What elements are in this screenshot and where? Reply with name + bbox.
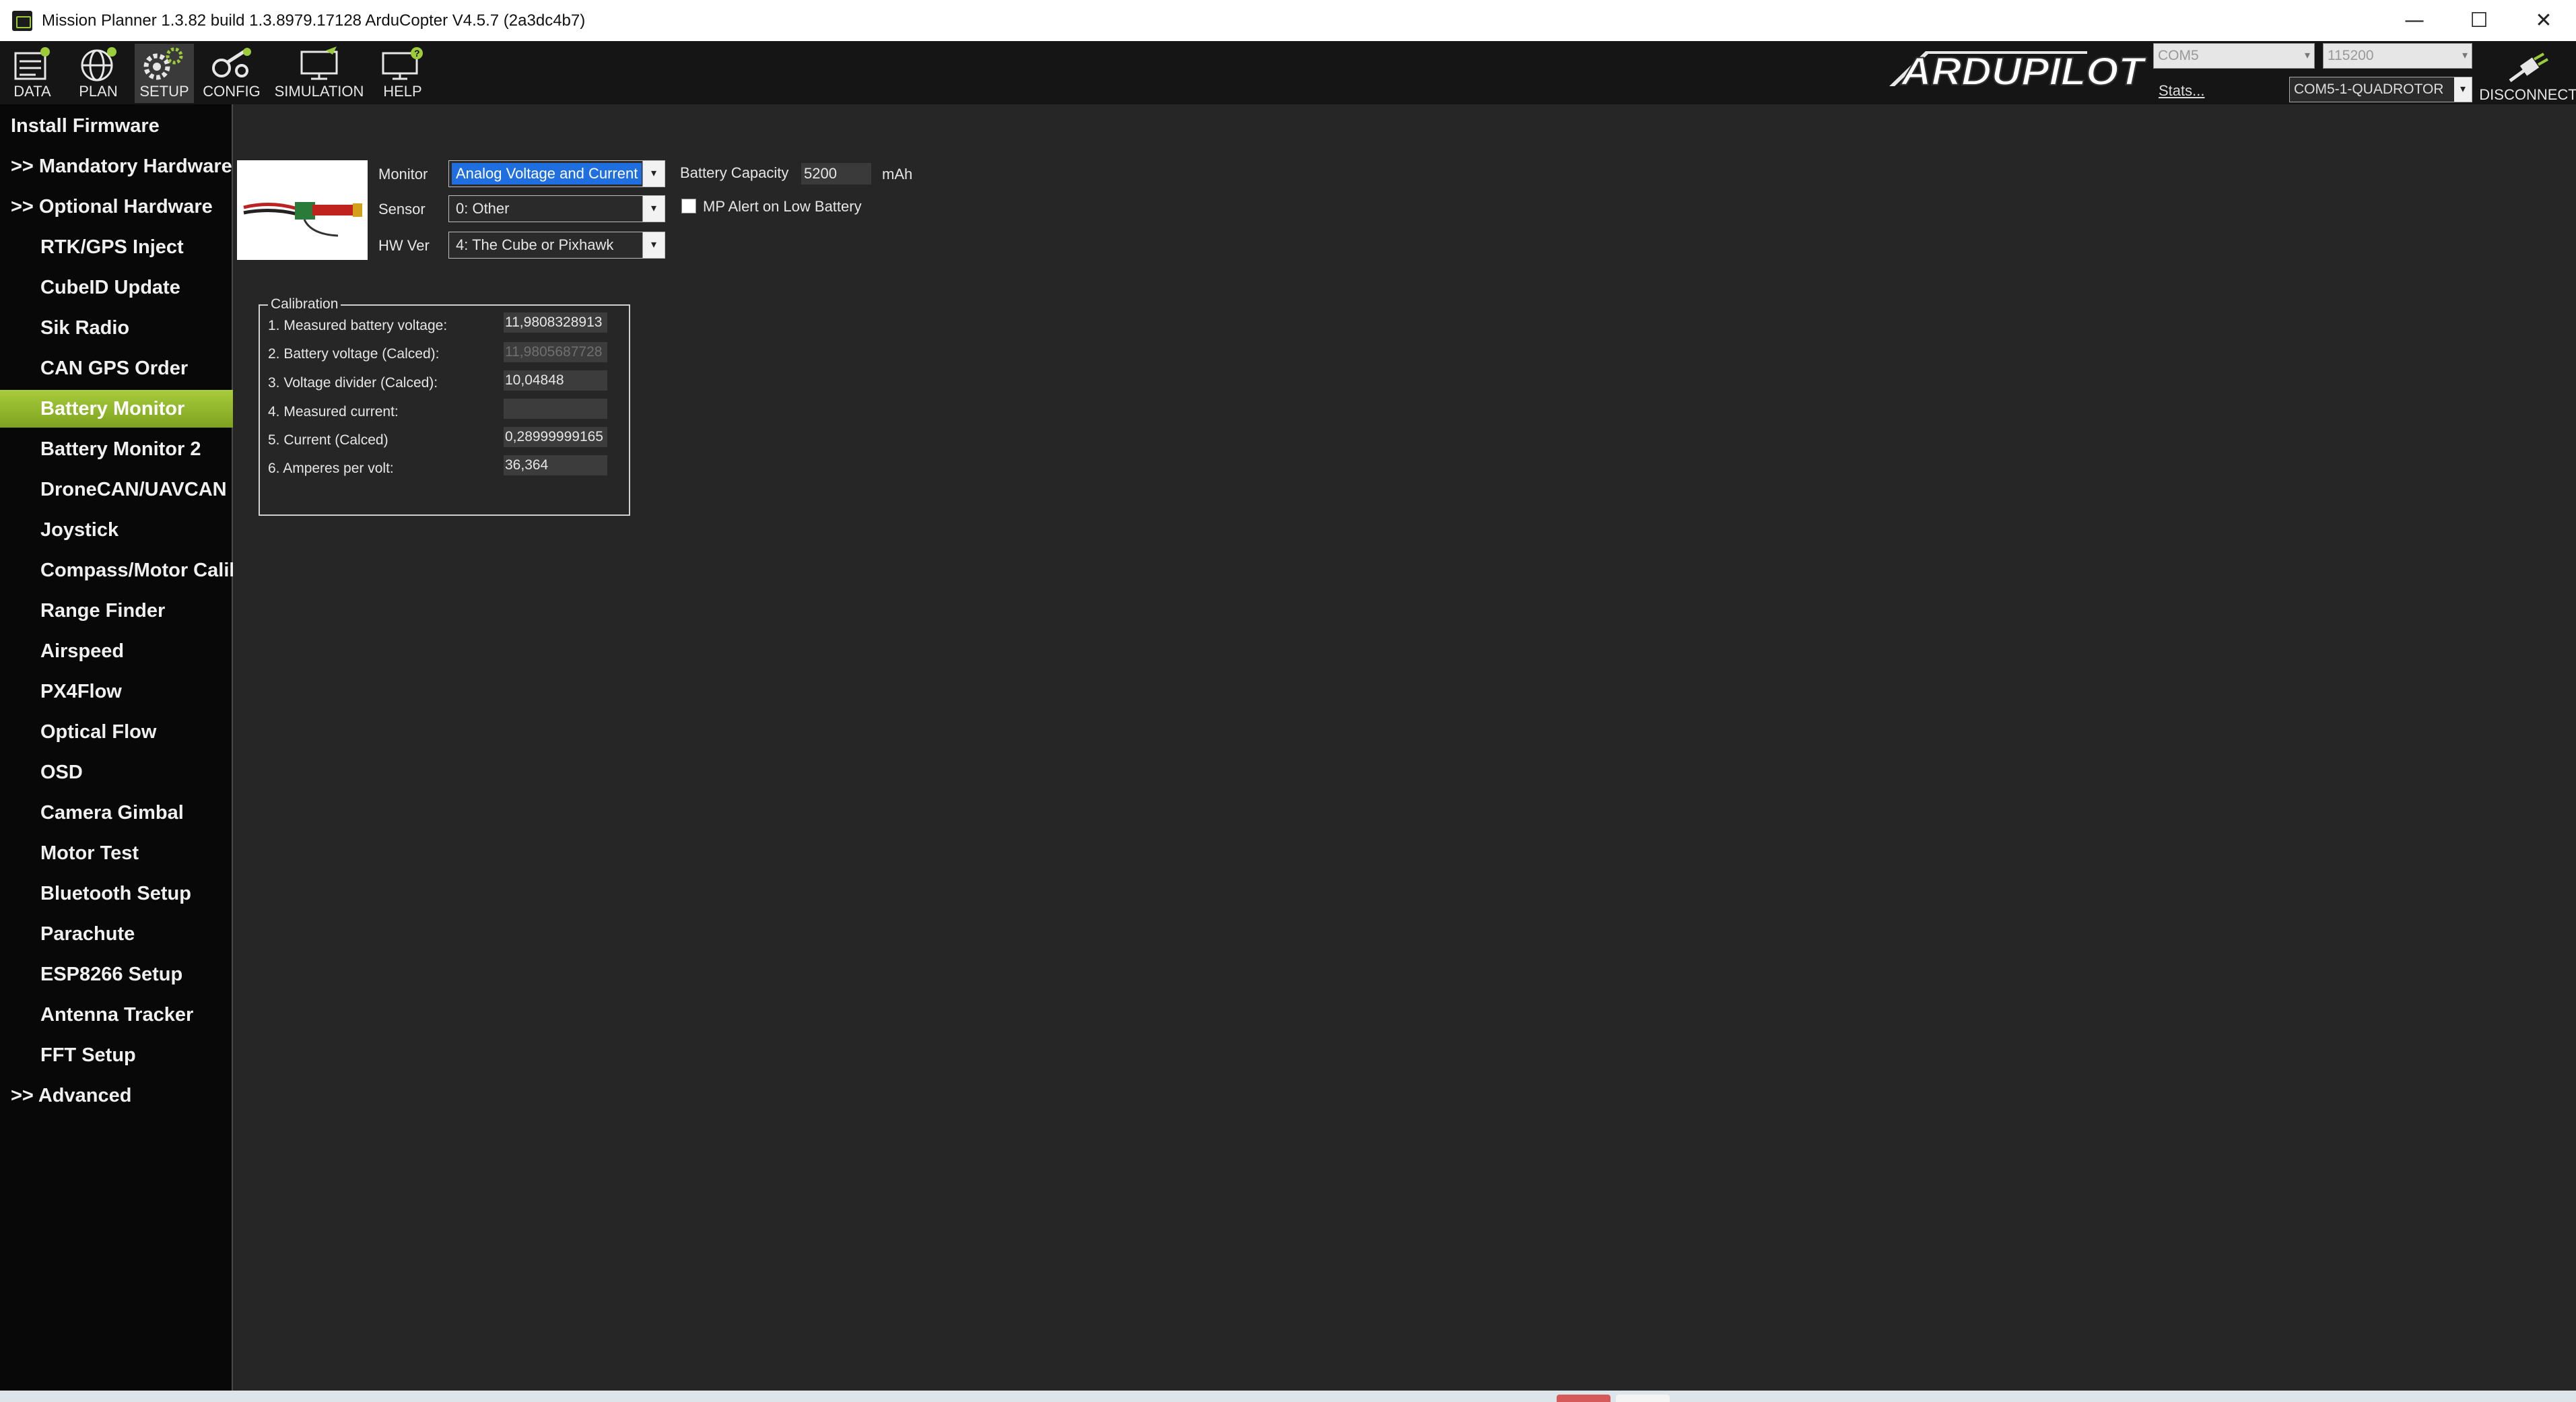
maximize-button[interactable]: ☐ (2447, 0, 2511, 41)
sensor-select[interactable]: 0: Other ▾ (448, 195, 665, 222)
setup-sidebar: Install Firmware >> Mandatory Hardware >… (0, 104, 273, 1391)
config-label: CONFIG (203, 83, 261, 100)
simulation-button[interactable]: SIMULATION (272, 44, 366, 103)
globe-icon (81, 47, 116, 81)
chevron-down-icon: ▾ (2454, 77, 2472, 102)
gears-icon (143, 47, 183, 80)
ardupilot-logo: ARDUPILOT (1889, 49, 2148, 93)
connection-select[interactable]: COM5-1-QUADROTOR ▾ (2289, 77, 2472, 102)
cal-label-measured-current: 4. Measured current: (268, 404, 399, 420)
sensor-value: 0: Other (456, 200, 510, 217)
cal-label-amperes-per-volt: 6. Amperes per volt: (268, 461, 394, 476)
monitor-label: Monitor (378, 166, 428, 182)
battery-module-image (237, 160, 368, 260)
calibration-title: Calibration (268, 296, 341, 312)
chevron-down-icon: ▾ (2304, 50, 2310, 61)
baud-value: 115200 (2328, 48, 2374, 63)
disconnect-label: DISCONNECT (2479, 86, 2576, 103)
sensor-label: Sensor (378, 201, 426, 218)
chevron-down-icon: ▾ (642, 196, 665, 222)
hwver-select[interactable]: 4: The Cube or Pixhawk ▾ (448, 232, 665, 259)
data-button[interactable]: DATA (5, 44, 59, 103)
minimize-button[interactable]: — (2382, 0, 2447, 41)
wrench-icon (212, 48, 251, 77)
window-controls: — ☐ ✕ (2382, 0, 2576, 41)
sidebar-item-optional-hardware[interactable]: >> Optional Hardware (0, 188, 244, 226)
taskbar-item[interactable] (1557, 1395, 1611, 1402)
voltage-divider-input[interactable]: 10,04848 (504, 370, 607, 391)
setup-label: SETUP (139, 83, 189, 100)
measured-current-input[interactable] (504, 399, 607, 419)
battery-capacity-label: Battery Capacity (680, 164, 789, 181)
help-label: HELP (383, 83, 422, 100)
simulation-label: SIMULATION (274, 83, 364, 100)
data-icon (14, 47, 50, 80)
measured-voltage-input[interactable]: 11,9808328913 (504, 312, 607, 333)
low-battery-alert-checkbox[interactable] (681, 199, 696, 213)
disconnect-button[interactable]: DISCONNECT (2479, 44, 2576, 104)
window-title: Mission Planner 1.3.82 build 1.3.8979.17… (42, 11, 586, 30)
plan-button[interactable]: PLAN (70, 44, 127, 103)
connection-value: COM5-1-QUADROTOR (2294, 81, 2444, 97)
sidebar-item-install-firmware[interactable]: Install Firmware (0, 107, 244, 145)
config-button[interactable]: CONFIG (201, 44, 263, 103)
svg-text:?: ? (414, 48, 420, 59)
monitor-plane-icon (300, 46, 338, 80)
hwver-value: 4: The Cube or Pixhawk (456, 236, 614, 253)
data-label: DATA (13, 83, 51, 100)
monitor-value: Analog Voltage and Current (452, 163, 642, 185)
port-value: COM5 (2158, 48, 2199, 63)
app-icon (12, 10, 32, 31)
battery-voltage-calced: 11,9805687728 (504, 342, 607, 362)
capacity-unit: mAh (882, 166, 913, 182)
chevron-down-icon: ▾ (642, 161, 665, 187)
help-monitor-icon: ? (382, 47, 423, 80)
amperes-per-volt-input[interactable]: 36,364 (504, 455, 607, 475)
cal-label-measured-voltage: 1. Measured battery voltage: (268, 318, 448, 333)
ardupilot-logo-text: ARDUPILOT (1900, 50, 2147, 93)
plug-icon (2509, 53, 2548, 83)
current-calced: 0,28999999165 (504, 427, 607, 447)
taskbar-item[interactable] (1616, 1395, 1670, 1402)
chevron-down-icon: ▾ (2462, 50, 2468, 61)
cal-label-current-calced: 5. Current (Calced) (268, 432, 388, 448)
monitor-select[interactable]: Analog Voltage and Current ▾ (448, 160, 665, 187)
low-battery-alert-label: MP Alert on Low Battery (703, 198, 862, 215)
stats-link[interactable]: Stats... (2159, 82, 2204, 100)
port-select[interactable]: COM5 ▾ (2153, 43, 2315, 69)
battery-capacity-input[interactable]: 5200 (801, 163, 871, 185)
battery-monitor-panel (233, 104, 2576, 1391)
title-bar: Mission Planner 1.3.82 build 1.3.8979.17… (0, 0, 2576, 41)
sidebar-item-mandatory-hardware[interactable]: >> Mandatory Hardware (0, 147, 244, 185)
cal-label-voltage-divider: 3. Voltage divider (Calced): (268, 375, 438, 391)
help-button[interactable]: ? HELP (374, 44, 431, 103)
setup-button[interactable]: SETUP (135, 44, 194, 103)
hwver-label: HW Ver (378, 237, 430, 254)
close-button[interactable]: ✕ (2511, 0, 2576, 41)
chevron-down-icon: ▾ (642, 232, 665, 258)
baud-select[interactable]: 115200 ▾ (2323, 43, 2472, 69)
sidebar-item-advanced[interactable]: >> Advanced (0, 1077, 244, 1114)
taskbar-strip (0, 1391, 2576, 1402)
plan-label: PLAN (79, 83, 118, 100)
cal-label-battery-voltage: 2. Battery voltage (Calced): (268, 346, 440, 362)
